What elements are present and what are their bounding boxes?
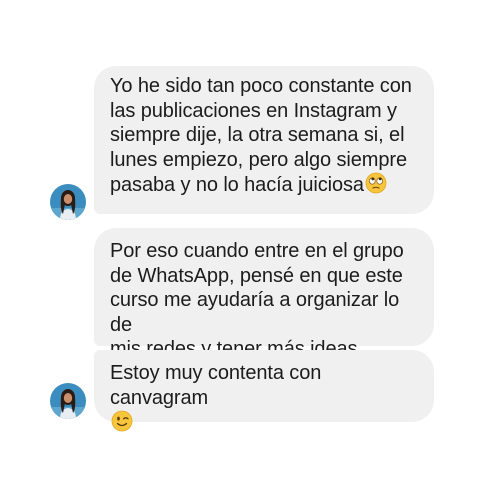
rolling-eyes-emoji-icon (365, 172, 387, 201)
message-bubble: Por eso cuando entre en el grupo de What… (94, 228, 434, 360)
avatar[interactable] (50, 184, 86, 220)
message-bubble: Estoy muy contenta con canvagram (94, 350, 434, 432)
message-text: Estoy muy contenta con canvagram (110, 362, 322, 409)
winking-face-emoji-icon (111, 410, 133, 439)
avatar[interactable] (50, 383, 86, 419)
message-bubble: Yo he sido tan poco constante con las pu… (94, 66, 434, 214)
message-text: Por eso cuando entre en el grupo de What… (110, 240, 404, 360)
